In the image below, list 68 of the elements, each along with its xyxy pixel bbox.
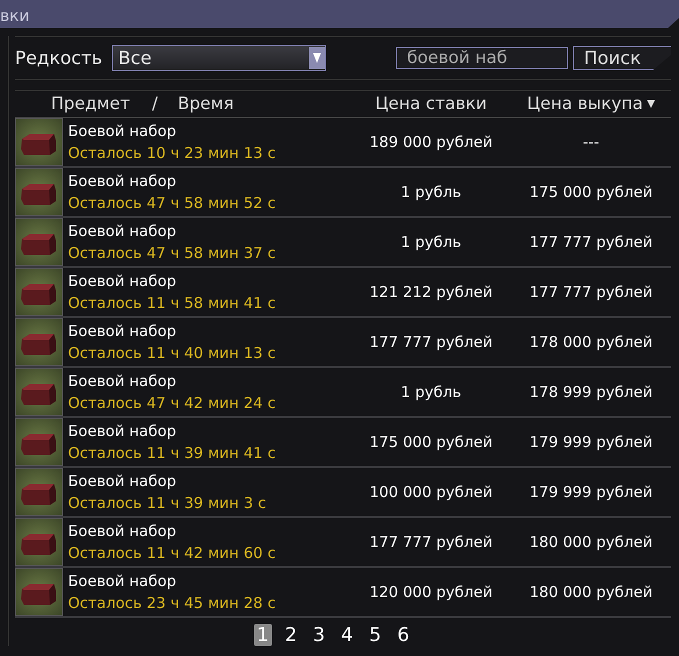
chest-icon bbox=[15, 418, 63, 466]
search-field[interactable]: боевой наб bbox=[396, 47, 568, 69]
chest-icon bbox=[15, 118, 63, 166]
page-link[interactable]: 5 bbox=[366, 624, 384, 646]
bid-price: 120 000 рублей bbox=[368, 583, 494, 601]
time-left: Осталось 47 ч 42 мин 24 с bbox=[68, 393, 277, 414]
bid-price: 177 777 рублей bbox=[368, 333, 494, 351]
search-button[interactable]: Поиск bbox=[573, 46, 671, 70]
bid-price: 100 000 рублей bbox=[368, 483, 494, 501]
time-left: Осталось 11 ч 39 мин 41 с bbox=[68, 443, 277, 464]
bid-price: 189 000 рублей bbox=[368, 133, 494, 151]
column-header[interactable]: Цена выкупа bbox=[527, 94, 643, 114]
item-name: Боевой набор bbox=[68, 321, 178, 342]
buyout-price: 179 999 рублей bbox=[528, 483, 654, 501]
dropdown-value: Все bbox=[117, 48, 152, 68]
item-name: Боевой набор bbox=[68, 371, 178, 392]
rarity-label: Редкость bbox=[15, 48, 102, 68]
item-name: Боевой набор bbox=[68, 171, 178, 192]
buyout-price: 179 999 рублей bbox=[528, 433, 654, 451]
chest-icon bbox=[15, 518, 63, 566]
rarity-dropdown[interactable]: Все bbox=[112, 45, 326, 71]
buyout-price: 180 000 рублей bbox=[528, 583, 654, 601]
bid-price: 121 212 рублей bbox=[368, 283, 494, 301]
time-left: Осталось 11 ч 42 мин 60 с bbox=[68, 543, 277, 564]
time-left: Осталось 11 ч 58 мин 41 с bbox=[68, 293, 277, 314]
chest-icon bbox=[15, 268, 63, 316]
item-name: Боевой набор bbox=[68, 121, 178, 142]
chest-icon bbox=[15, 468, 63, 516]
buyout-price: 178 000 рублей bbox=[528, 333, 654, 351]
chest-icon bbox=[15, 568, 63, 616]
item-name: Боевой набор bbox=[68, 521, 178, 542]
column-header[interactable]: Цена ставки bbox=[351, 94, 511, 114]
caret-icon[interactable] bbox=[309, 47, 326, 69]
bid-price: 1 рубль bbox=[400, 183, 462, 201]
column-header[interactable]: Время bbox=[178, 94, 234, 114]
page-link[interactable]: 1 bbox=[254, 624, 272, 646]
item-name: Боевой набор bbox=[68, 221, 178, 242]
buyout-price: 175 000 рублей bbox=[528, 183, 654, 201]
buyout-price: 177 777 рублей bbox=[528, 233, 654, 251]
time-left: Осталось 10 ч 23 мин 13 с bbox=[68, 143, 277, 164]
chest-icon bbox=[15, 318, 63, 366]
item-name: Боевой набор bbox=[68, 471, 178, 492]
item-name: Боевой набор bbox=[68, 421, 178, 442]
bid-price: 1 рубль bbox=[400, 233, 462, 251]
item-name: Боевой набор bbox=[68, 571, 178, 592]
page-link[interactable]: 4 bbox=[338, 624, 356, 646]
separator-label: / bbox=[152, 94, 158, 114]
chest-icon bbox=[15, 168, 63, 216]
bid-price: 175 000 рублей bbox=[368, 433, 494, 451]
page-link[interactable]: 3 bbox=[310, 624, 328, 646]
time-left: Осталось 23 ч 45 мин 28 с bbox=[68, 593, 277, 614]
chest-icon bbox=[15, 218, 63, 266]
bid-price: 177 777 рублей bbox=[368, 533, 494, 551]
time-left: Осталось 11 ч 39 мин 3 с bbox=[68, 493, 268, 514]
time-left: Осталось 47 ч 58 мин 52 с bbox=[68, 193, 277, 214]
buyout-price: --- bbox=[582, 133, 600, 151]
time-left: Осталось 11 ч 40 мин 13 с bbox=[68, 343, 277, 364]
buyout-price: 180 000 рублей bbox=[528, 533, 654, 551]
window-title: вки bbox=[0, 6, 30, 27]
column-header[interactable]: Предмет bbox=[51, 94, 130, 114]
time-left: Осталось 47 ч 58 мин 37 с bbox=[68, 243, 277, 264]
item-name: Боевой набор bbox=[68, 271, 178, 292]
page-link[interactable]: 6 bbox=[394, 624, 412, 646]
bid-price: 1 рубль bbox=[400, 383, 462, 401]
chest-icon bbox=[15, 368, 63, 416]
buyout-price: 177 777 рублей bbox=[528, 283, 654, 301]
page-link[interactable]: 2 bbox=[282, 624, 300, 646]
buyout-price: 178 999 рублей bbox=[528, 383, 654, 401]
